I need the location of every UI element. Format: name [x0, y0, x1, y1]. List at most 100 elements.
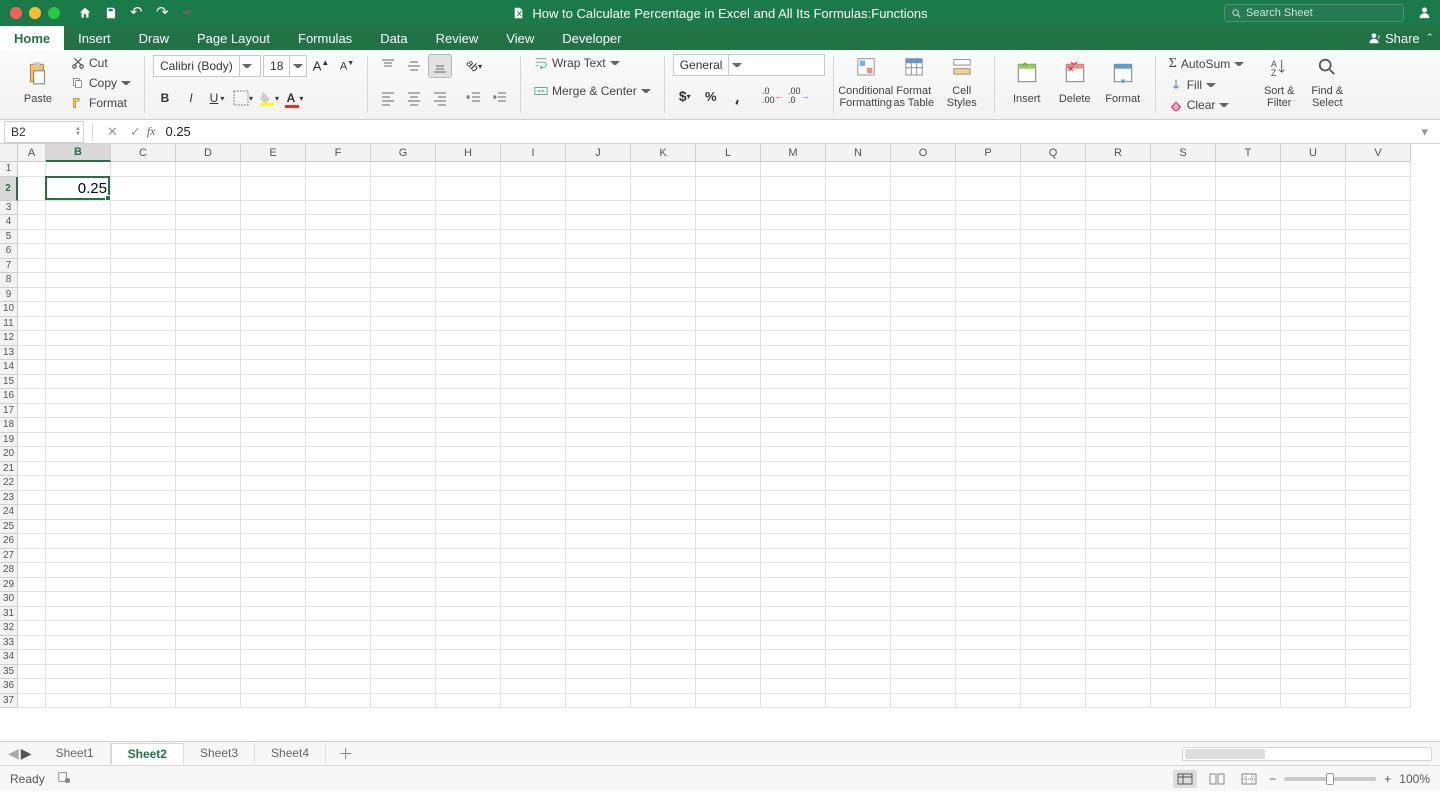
- cell-M22[interactable]: [761, 476, 826, 491]
- cell-R34[interactable]: [1086, 650, 1151, 665]
- search-sheet-input[interactable]: Search Sheet: [1224, 4, 1404, 22]
- cell-K4[interactable]: [631, 215, 696, 230]
- cell-J20[interactable]: [566, 447, 631, 462]
- cell-N31[interactable]: [826, 607, 891, 622]
- row-header-21[interactable]: 21: [0, 462, 18, 477]
- cell-D16[interactable]: [176, 389, 241, 404]
- cell-J10[interactable]: [566, 302, 631, 317]
- cell-V13[interactable]: [1346, 346, 1411, 361]
- cell-C37[interactable]: [111, 694, 176, 709]
- cell-V14[interactable]: [1346, 360, 1411, 375]
- cell-C35[interactable]: [111, 665, 176, 680]
- copy-button[interactable]: Copy: [66, 74, 136, 92]
- cell-O28[interactable]: [891, 563, 956, 578]
- cell-B31[interactable]: [46, 607, 111, 622]
- cell-P35[interactable]: [956, 665, 1021, 680]
- cell-J21[interactable]: [566, 462, 631, 477]
- cell-K30[interactable]: [631, 592, 696, 607]
- cell-P28[interactable]: [956, 563, 1021, 578]
- cell-T19[interactable]: [1216, 433, 1281, 448]
- cell-S32[interactable]: [1151, 621, 1216, 636]
- cell-F7[interactable]: [306, 259, 371, 274]
- cell-H14[interactable]: [436, 360, 501, 375]
- cell-T29[interactable]: [1216, 578, 1281, 593]
- cell-H26[interactable]: [436, 534, 501, 549]
- cell-P18[interactable]: [956, 418, 1021, 433]
- cell-V2[interactable]: [1346, 177, 1411, 201]
- cell-A12[interactable]: [18, 331, 46, 346]
- cell-O3[interactable]: [891, 201, 956, 216]
- row-header-7[interactable]: 7: [0, 259, 18, 274]
- cell-T26[interactable]: [1216, 534, 1281, 549]
- cell-T6[interactable]: [1216, 244, 1281, 259]
- cell-B8[interactable]: [46, 273, 111, 288]
- cell-T35[interactable]: [1216, 665, 1281, 680]
- cell-G11[interactable]: [371, 317, 436, 332]
- cell-N37[interactable]: [826, 694, 891, 709]
- cell-F23[interactable]: [306, 491, 371, 506]
- cell-B28[interactable]: [46, 563, 111, 578]
- cell-K1[interactable]: [631, 162, 696, 177]
- cell-Q3[interactable]: [1021, 201, 1086, 216]
- cell-D14[interactable]: [176, 360, 241, 375]
- cell-I13[interactable]: [501, 346, 566, 361]
- cell-L28[interactable]: [696, 563, 761, 578]
- cell-F6[interactable]: [306, 244, 371, 259]
- cell-C23[interactable]: [111, 491, 176, 506]
- cell-B36[interactable]: [46, 679, 111, 694]
- cell-Q25[interactable]: [1021, 520, 1086, 535]
- cell-F12[interactable]: [306, 331, 371, 346]
- cell-P30[interactable]: [956, 592, 1021, 607]
- cell-O24[interactable]: [891, 505, 956, 520]
- cell-A19[interactable]: [18, 433, 46, 448]
- cell-C11[interactable]: [111, 317, 176, 332]
- cell-U6[interactable]: [1281, 244, 1346, 259]
- cell-O4[interactable]: [891, 215, 956, 230]
- cell-D35[interactable]: [176, 665, 241, 680]
- cell-H5[interactable]: [436, 230, 501, 245]
- autosum-button[interactable]: ΣAutoSum: [1164, 54, 1250, 74]
- cell-R6[interactable]: [1086, 244, 1151, 259]
- cell-Q34[interactable]: [1021, 650, 1086, 665]
- cell-O21[interactable]: [891, 462, 956, 477]
- cell-I33[interactable]: [501, 636, 566, 651]
- cell-G26[interactable]: [371, 534, 436, 549]
- cell-V5[interactable]: [1346, 230, 1411, 245]
- cell-O14[interactable]: [891, 360, 956, 375]
- cell-M19[interactable]: [761, 433, 826, 448]
- cell-U31[interactable]: [1281, 607, 1346, 622]
- cell-P27[interactable]: [956, 549, 1021, 564]
- cell-L34[interactable]: [696, 650, 761, 665]
- cell-S3[interactable]: [1151, 201, 1216, 216]
- row-header-5[interactable]: 5: [0, 230, 18, 245]
- cell-U37[interactable]: [1281, 694, 1346, 709]
- cell-V10[interactable]: [1346, 302, 1411, 317]
- cell-M27[interactable]: [761, 549, 826, 564]
- cell-U2[interactable]: [1281, 177, 1346, 201]
- row-header-32[interactable]: 32: [0, 621, 18, 636]
- cell-S35[interactable]: [1151, 665, 1216, 680]
- cell-T24[interactable]: [1216, 505, 1281, 520]
- cell-C4[interactable]: [111, 215, 176, 230]
- cell-V24[interactable]: [1346, 505, 1411, 520]
- cell-G3[interactable]: [371, 201, 436, 216]
- cell-P11[interactable]: [956, 317, 1021, 332]
- cell-S23[interactable]: [1151, 491, 1216, 506]
- cell-H27[interactable]: [436, 549, 501, 564]
- cell-O11[interactable]: [891, 317, 956, 332]
- cell-R7[interactable]: [1086, 259, 1151, 274]
- cell-F24[interactable]: [306, 505, 371, 520]
- cell-U4[interactable]: [1281, 215, 1346, 230]
- cell-T28[interactable]: [1216, 563, 1281, 578]
- cell-K24[interactable]: [631, 505, 696, 520]
- cell-F33[interactable]: [306, 636, 371, 651]
- close-window-button[interactable]: [10, 7, 22, 19]
- cell-E32[interactable]: [241, 621, 306, 636]
- cell-E16[interactable]: [241, 389, 306, 404]
- cell-J14[interactable]: [566, 360, 631, 375]
- cell-V27[interactable]: [1346, 549, 1411, 564]
- cell-C24[interactable]: [111, 505, 176, 520]
- cell-N10[interactable]: [826, 302, 891, 317]
- cell-U35[interactable]: [1281, 665, 1346, 680]
- cell-B29[interactable]: [46, 578, 111, 593]
